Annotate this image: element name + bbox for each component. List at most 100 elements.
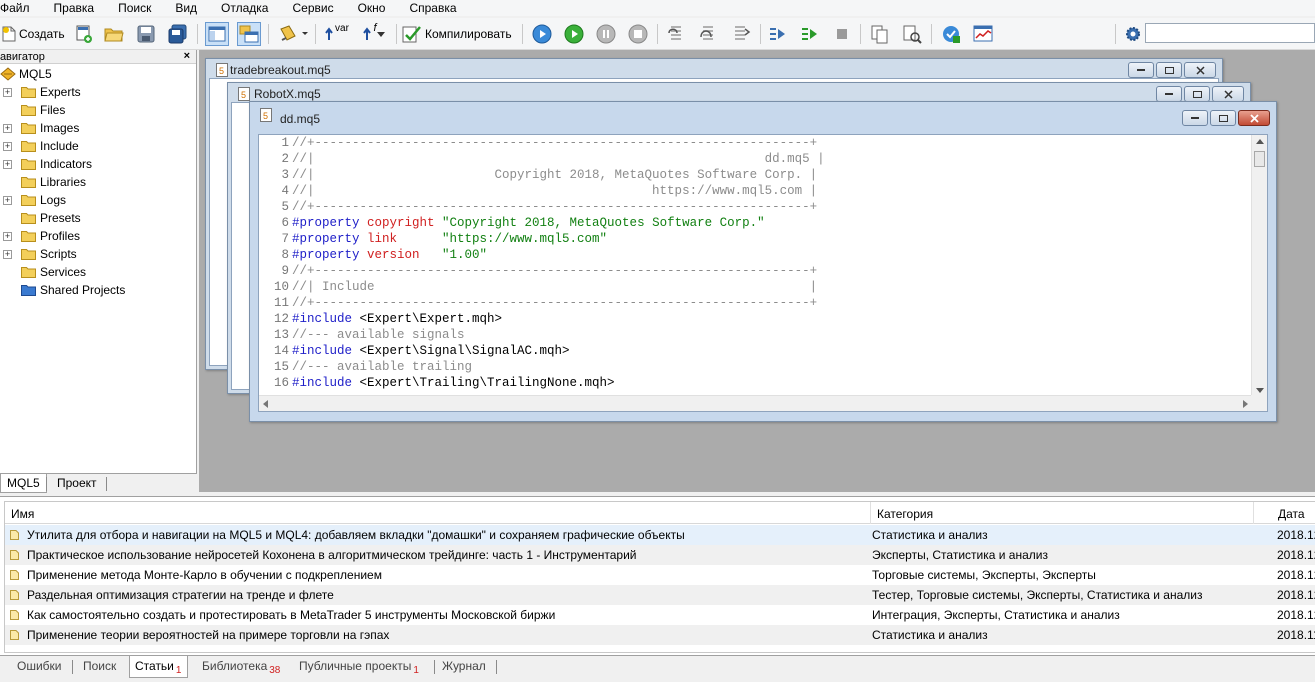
search-input[interactable] [1145,23,1315,43]
code-line[interactable]: 3//| Copyright 2018, MetaQuotes Software… [259,167,1254,183]
find-in-files-button[interactable] [900,22,924,46]
create-button[interactable]: Создать [2,22,65,46]
table-row[interactable]: Применение метода Монте-Карло в обучении… [5,565,1315,585]
code-line[interactable]: 6 #property copyright "Copyright 2018, Me… [259,215,1254,231]
table-row[interactable]: Утилита для отбора и навигации на MQL5 и… [5,525,1315,545]
expand-icon[interactable]: + [3,160,12,169]
stop-execution-button[interactable] [830,22,854,46]
code-editor[interactable]: 1//+------------------------------------… [258,134,1268,412]
horizontal-scrollbar[interactable] [259,395,1254,411]
save-all-button[interactable] [166,22,190,46]
close-button[interactable] [1184,62,1216,78]
tab-errors[interactable]: Ошибки [12,656,68,678]
tab-public-projects[interactable]: Публичные проекты 1 [294,656,425,678]
table-row[interactable]: Применение теории вероятностей на пример… [5,625,1315,645]
tab-journal[interactable]: Журнал [437,656,492,678]
menu-search[interactable]: Поиск [116,1,161,16]
close-button[interactable] [1238,110,1270,126]
open-button[interactable] [102,22,126,46]
maximize-button[interactable] [1184,86,1210,102]
menu-file[interactable]: Файл [0,1,40,16]
code-line[interactable]: 12 #include <Expert\Expert.mqh> [259,311,1254,327]
stop-button[interactable] [626,22,650,46]
expand-icon[interactable]: + [3,196,12,205]
menu-view[interactable]: Вид [173,1,207,16]
column-category[interactable]: Категория [871,502,1254,524]
toolbox-toggle-button[interactable] [237,22,261,46]
maximize-button[interactable] [1210,110,1236,126]
column-date[interactable]: Дата [1254,502,1315,524]
minimize-button[interactable] [1182,110,1208,126]
tree-item-scripts[interactable]: + Scripts [0,245,196,263]
table-row[interactable]: Практическое использование нейросетей Ко… [5,545,1315,565]
step-into-button[interactable] [665,22,689,46]
tree-item-experts[interactable]: + Experts [0,83,196,101]
code-line[interactable]: 13//--- available signals [259,327,1254,343]
settings-button[interactable] [1121,22,1145,46]
continue-button[interactable] [798,22,822,46]
expand-icon[interactable]: + [3,124,12,133]
code-line[interactable]: 4//| https://www.mql5.com | [259,183,1254,199]
tree-item-libraries[interactable]: Libraries [0,173,196,191]
table-row[interactable]: Раздельная оптимизация стратегии на трен… [5,585,1315,605]
compile-button[interactable]: Компилировать [402,22,512,46]
tree-item-presets[interactable]: Presets [0,209,196,227]
code-line[interactable]: 7 #property link "https://www.mql5.com" [259,231,1254,247]
code-line[interactable]: 14 #include <Expert\Signal\SignalAC.mqh> [259,343,1254,359]
step-out-button[interactable] [729,22,753,46]
code-line[interactable]: 11//+-----------------------------------… [259,295,1254,311]
minimize-button[interactable] [1128,62,1154,78]
styler-dropdown-button[interactable] [275,22,311,46]
start-debug-real-button[interactable] [530,22,554,46]
tab-project[interactable]: Проект [51,474,103,493]
expand-icon[interactable]: + [3,88,12,97]
tree-item-profiles[interactable]: + Profiles [0,227,196,245]
table-row[interactable]: Как самостоятельно создать и протестиров… [5,605,1315,625]
tab-articles[interactable]: Статьи 1 [129,656,189,678]
menu-service[interactable]: Сервис [290,1,343,16]
code-line[interactable]: 10//| Include | [259,279,1254,295]
insert-variable-button[interactable]: var [322,22,350,46]
code-line[interactable]: 1//+------------------------------------… [259,135,1254,151]
tree-item-images[interactable]: + Images [0,119,196,137]
run-to-cursor-button[interactable] [766,22,790,46]
vertical-scrollbar[interactable] [1251,135,1267,397]
code-line[interactable]: 5//+------------------------------------… [259,199,1254,215]
tree-root-mql5[interactable]: MQL5 [0,65,196,83]
expand-icon[interactable]: + [3,142,12,151]
terminal-button[interactable] [971,22,995,46]
maximize-button[interactable] [1156,62,1182,78]
tab-library[interactable]: Библиотека 38 [197,656,286,678]
navigator-toggle-button[interactable] [205,22,229,46]
tree-item-indicators[interactable]: + Indicators [0,155,196,173]
expand-icon[interactable]: + [3,250,12,259]
menu-window[interactable]: Окно [356,1,396,16]
tree-item-logs[interactable]: + Logs [0,191,196,209]
menu-edit[interactable]: Правка [52,1,105,16]
tree-item-shared-projects[interactable]: Shared Projects [0,281,196,299]
tree-item-services[interactable]: Services [0,263,196,281]
tab-search[interactable]: Поиск [78,656,122,678]
tree-item-include[interactable]: + Include [0,137,196,155]
close-icon[interactable]: × [184,49,190,63]
window-titlebar[interactable]: 5 dd.mq5 [250,102,1276,126]
tree-item-files[interactable]: Files [0,101,196,119]
pause-button[interactable] [594,22,618,46]
code-line[interactable]: 16 #include <Expert\Trailing\TrailingNone… [259,375,1254,391]
menu-debug[interactable]: Отладка [219,1,278,16]
step-over-button[interactable] [697,22,721,46]
code-line[interactable]: 8 #property version "1.00" [259,247,1254,263]
insert-function-button[interactable]: f [355,22,391,46]
close-button[interactable] [1212,86,1244,102]
column-name[interactable]: Имя [5,502,871,524]
expand-icon[interactable]: + [3,232,12,241]
code-line[interactable]: 9//+------------------------------------… [259,263,1254,279]
code-line[interactable]: 2//| dd.mq5 | [259,151,1254,167]
minimize-button[interactable] [1156,86,1182,102]
code-line[interactable]: 15//--- available trailing [259,359,1254,375]
mql5-storage-button[interactable] [939,22,963,46]
menu-help[interactable]: Справка [407,1,466,16]
save-button[interactable] [134,22,158,46]
tab-mql5[interactable]: MQL5 [0,474,47,493]
copy-files-button[interactable] [868,22,892,46]
